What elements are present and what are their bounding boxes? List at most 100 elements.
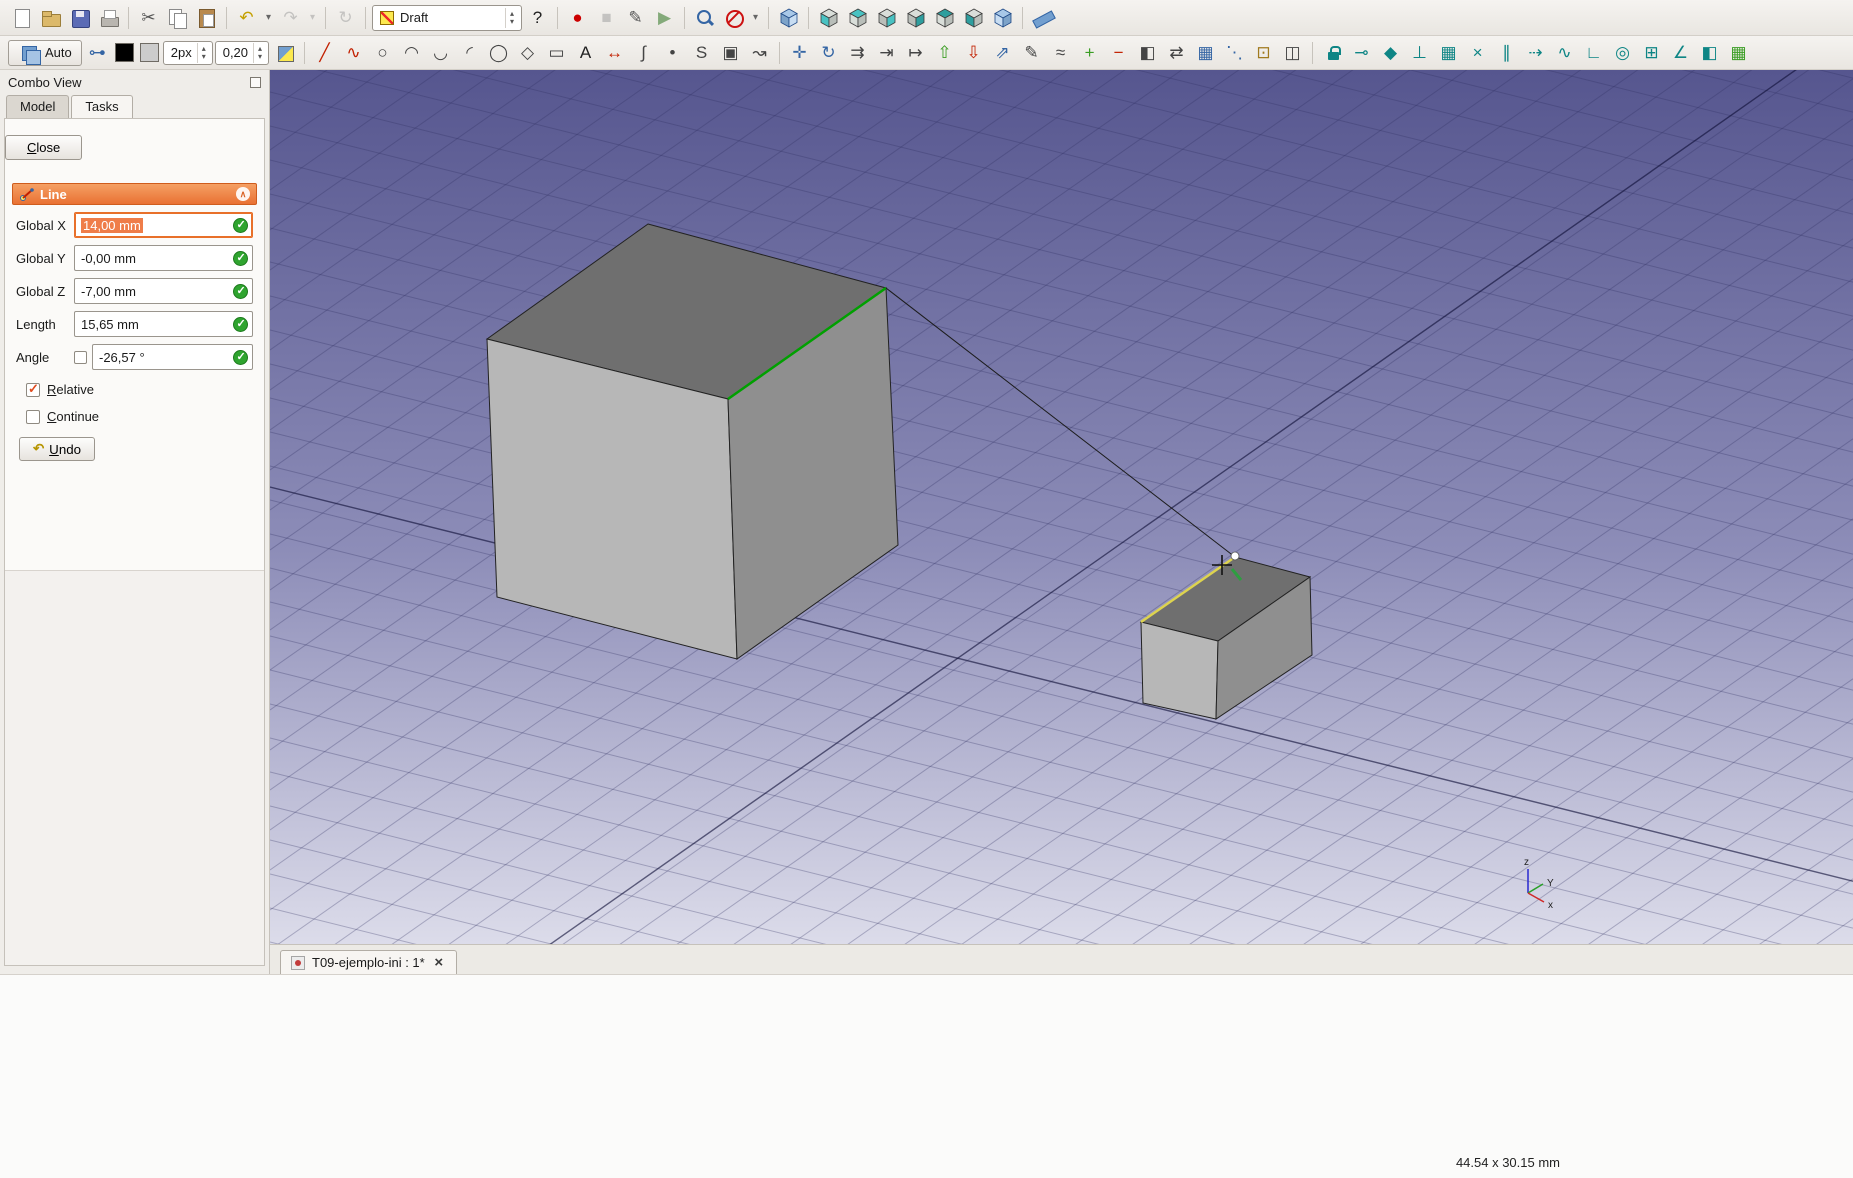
draft-rectangle-button[interactable]: ▭: [543, 40, 570, 66]
draft-remove-point-button[interactable]: −: [1105, 40, 1132, 66]
line-task-header[interactable]: Line: [12, 183, 257, 205]
draft-bspline-button[interactable]: ∫: [630, 40, 657, 66]
snap-intersection-button[interactable]: ×: [1464, 40, 1491, 66]
draft-downgrade-button[interactable]: ⇩: [960, 40, 987, 66]
snap-dimensions-button[interactable]: ⊞: [1638, 40, 1665, 66]
whats-this-button[interactable]: ?: [524, 5, 551, 31]
draft-edit-button[interactable]: ✎: [1018, 40, 1045, 66]
draft-rotate-button[interactable]: ↻: [815, 40, 842, 66]
draft-polygon-button[interactable]: ◇: [514, 40, 541, 66]
draft-ellipse-button[interactable]: ◯: [485, 40, 512, 66]
draft-path-array-button[interactable]: ⋱: [1221, 40, 1248, 66]
viewport-canvas[interactable]: z Y x: [270, 70, 1853, 944]
close-document-icon[interactable]: [432, 956, 446, 970]
draft-mirror-button[interactable]: ◫: [1279, 40, 1306, 66]
draft-stretch-button[interactable]: ↦: [902, 40, 929, 66]
draft-to-sketch-button[interactable]: ⇄: [1163, 40, 1190, 66]
undo-task-button[interactable]: Undo: [19, 437, 96, 461]
view-rear-button[interactable]: [902, 5, 929, 31]
snap-perpendicular-button[interactable]: ⊥: [1406, 40, 1433, 66]
snap-toggle-grid-button[interactable]: ▦: [1725, 40, 1752, 66]
draft-offset-button[interactable]: ⇉: [844, 40, 871, 66]
3d-viewport[interactable]: z Y x: [270, 70, 1853, 944]
draft-shapestring-button[interactable]: S: [688, 40, 715, 66]
view-bottom-button[interactable]: [931, 5, 958, 31]
view-front-button[interactable]: [815, 5, 842, 31]
redo-button[interactable]: ↷: [277, 5, 304, 31]
snap-near-button[interactable]: ∿: [1551, 40, 1578, 66]
view-right-button[interactable]: [873, 5, 900, 31]
draft-arc-3points-button[interactable]: ◡: [427, 40, 454, 66]
toggle-construction-button[interactable]: ⊶: [84, 40, 111, 66]
draft-upgrade-button[interactable]: ⇧: [931, 40, 958, 66]
print-button[interactable]: [95, 5, 122, 31]
snap-lock-button[interactable]: [1319, 40, 1346, 66]
zoom-fit-button[interactable]: [691, 5, 718, 31]
document-tab[interactable]: T09-ejemplo-ini : 1*: [280, 950, 457, 974]
undo-button[interactable]: ↶: [233, 5, 260, 31]
macro-play-button[interactable]: ▶: [651, 5, 678, 31]
length-input[interactable]: 15,65 mm: [74, 311, 253, 337]
draft-text-button[interactable]: A: [572, 40, 599, 66]
new-file-button[interactable]: [8, 5, 35, 31]
draft-polyline-button[interactable]: ∿: [340, 40, 367, 66]
draft-shape2dview-button[interactable]: ◧: [1134, 40, 1161, 66]
draw-style-dropdown[interactable]: ▾: [749, 5, 762, 31]
macro-edit-button[interactable]: ✎: [622, 5, 649, 31]
auto-group-button[interactable]: Auto: [8, 39, 82, 66]
undo-dropdown[interactable]: ▾: [262, 5, 275, 31]
draft-circle-button[interactable]: ○: [369, 40, 396, 66]
angle-input[interactable]: -26,57 °: [92, 344, 253, 370]
draft-dimension-button[interactable]: ↔: [601, 40, 628, 66]
continue-checkbox[interactable]: [26, 409, 40, 424]
snap-working-plane-button[interactable]: ◧: [1696, 40, 1723, 66]
snap-extension-button[interactable]: ⇢: [1522, 40, 1549, 66]
draft-clone-button[interactable]: ⊡: [1250, 40, 1277, 66]
draft-add-point-button[interactable]: +: [1076, 40, 1103, 66]
draft-wire-to-bspline-button[interactable]: ≈: [1047, 40, 1074, 66]
collapse-icon[interactable]: [236, 187, 250, 201]
face-color-swatch[interactable]: [139, 43, 159, 62]
relative-checkbox[interactable]: [26, 381, 40, 397]
text-scale-spinner[interactable]: 0,20: [214, 40, 270, 65]
close-button[interactable]: Close: [5, 135, 83, 160]
draft-fillet-button[interactable]: ◜: [456, 40, 483, 66]
draft-line-button[interactable]: ╱: [311, 40, 338, 66]
snap-parallel-button[interactable]: ∥: [1493, 40, 1520, 66]
snap-midpoint-button[interactable]: ◆: [1377, 40, 1404, 66]
draft-move-button[interactable]: ✛: [786, 40, 813, 66]
draft-scale-button[interactable]: ⇗: [989, 40, 1016, 66]
tab-model[interactable]: Model: [6, 95, 70, 118]
text-scale-spinner-arrows[interactable]: [253, 42, 266, 63]
draft-trimex-button[interactable]: ⇥: [873, 40, 900, 66]
apply-style-button[interactable]: [271, 40, 298, 66]
draft-arc-button[interactable]: ◠: [398, 40, 425, 66]
save-button[interactable]: [66, 5, 93, 31]
measure-button[interactable]: [1029, 5, 1056, 31]
macro-stop-button[interactable]: ■: [593, 5, 620, 31]
draw-style-button[interactable]: [720, 5, 747, 31]
global-y-input[interactable]: -0,00 mm: [74, 245, 253, 271]
line-width-spinner[interactable]: 2px: [162, 40, 213, 65]
line-color-swatch[interactable]: [114, 43, 134, 62]
view-axonometric-button[interactable]: [989, 5, 1016, 31]
workbench-selector-arrows[interactable]: [505, 7, 518, 28]
view-top-button[interactable]: [844, 5, 871, 31]
tab-tasks[interactable]: Tasks: [71, 95, 133, 118]
view-isometric-button[interactable]: [775, 5, 802, 31]
refresh-button[interactable]: ↻: [332, 5, 359, 31]
dock-float-icon[interactable]: [250, 76, 261, 88]
cut-button[interactable]: ✂: [135, 5, 162, 31]
snap-ortho-button[interactable]: ∟: [1580, 40, 1607, 66]
open-file-button[interactable]: [37, 5, 64, 31]
snap-grid-button[interactable]: ▦: [1435, 40, 1462, 66]
global-z-input[interactable]: -7,00 mm: [74, 278, 253, 304]
snap-angle-button[interactable]: ∠: [1667, 40, 1694, 66]
redo-dropdown[interactable]: ▾: [306, 5, 319, 31]
view-left-button[interactable]: [960, 5, 987, 31]
paste-button[interactable]: [193, 5, 220, 31]
angle-checkbox[interactable]: [74, 350, 87, 364]
macro-record-button[interactable]: ●: [564, 5, 591, 31]
draft-facebinder-button[interactable]: ▣: [717, 40, 744, 66]
draft-bezier-button[interactable]: ↝: [746, 40, 773, 66]
